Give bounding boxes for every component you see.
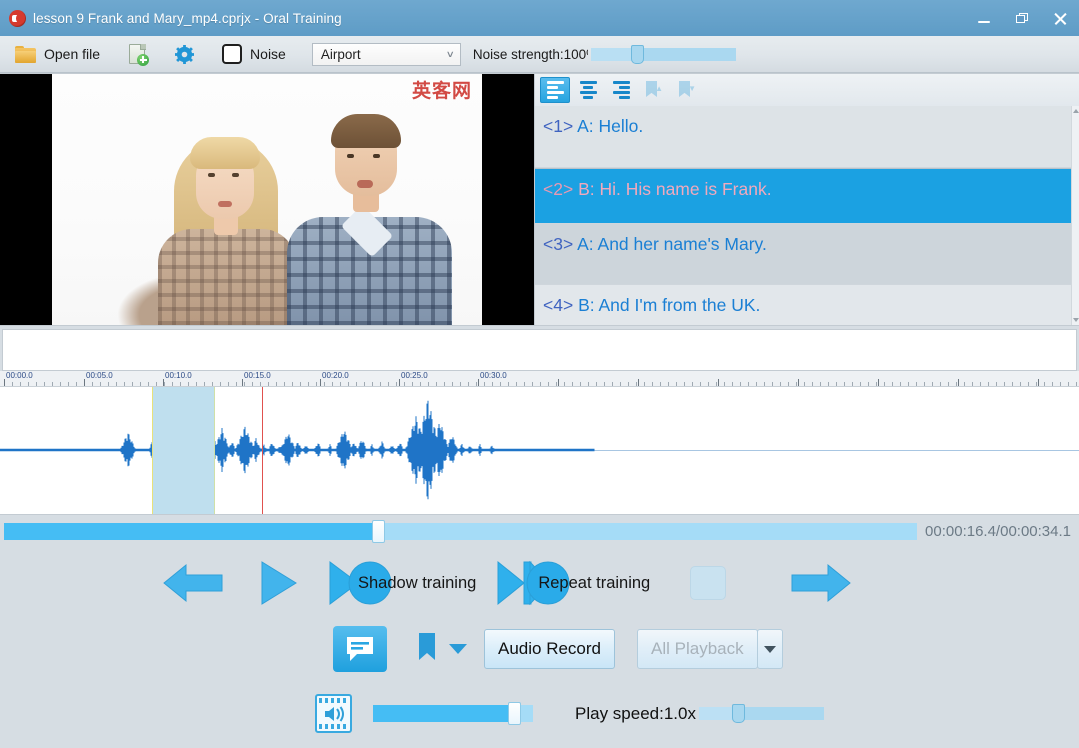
video-person-left bbox=[152, 125, 302, 325]
close-button[interactable] bbox=[1041, 0, 1079, 36]
speech-bubble-icon[interactable] bbox=[333, 626, 387, 672]
scene-select-value: Airport bbox=[320, 46, 361, 62]
subtitle-toolbar: ▲ ▼ bbox=[535, 74, 1079, 106]
seek-knob[interactable] bbox=[372, 519, 386, 543]
open-file-label: Open file bbox=[44, 46, 101, 62]
minimize-icon bbox=[978, 20, 990, 23]
add-file-icon[interactable] bbox=[128, 43, 150, 66]
play-speed-knob[interactable] bbox=[731, 704, 745, 723]
play-speed-slider[interactable] bbox=[698, 704, 824, 723]
align-right-icon[interactable] bbox=[606, 77, 636, 103]
all-playback-dropdown-button[interactable] bbox=[756, 629, 783, 669]
ruler-label: 00:20.0 bbox=[322, 371, 349, 380]
volume-fill bbox=[373, 705, 514, 722]
title-bar: lesson 9 Frank and Mary_mp4.cprjx - Oral… bbox=[0, 0, 1079, 36]
minimize-button[interactable] bbox=[965, 0, 1003, 36]
close-icon bbox=[1054, 12, 1067, 25]
subtitle-list[interactable]: <1> A: Hello. <2> B: Hi. His name is Fra… bbox=[535, 106, 1079, 325]
subtitle-row[interactable]: <2> B: Hi. His name is Frank. bbox=[535, 168, 1079, 224]
waveform-playhead[interactable] bbox=[262, 387, 263, 514]
subtitle-scrollbar[interactable] bbox=[1071, 106, 1079, 325]
bookmark-next-icon[interactable]: ▼ bbox=[672, 77, 702, 103]
ruler-label: 00:05.0 bbox=[86, 371, 113, 380]
bookmark-dropdown-caret-icon[interactable] bbox=[449, 644, 467, 654]
window-controls bbox=[965, 0, 1079, 36]
audio-record-label: Audio Record bbox=[498, 639, 602, 658]
main-split: 英客网 ▲ ▼ <1> A: Hello. <2> B: Hi. His nam… bbox=[0, 73, 1079, 326]
video-player[interactable]: 英客网 bbox=[0, 73, 535, 326]
subtitle-number: <1> bbox=[543, 116, 574, 136]
title-bar-left: lesson 9 Frank and Mary_mp4.cprjx - Oral… bbox=[0, 9, 342, 27]
gear-icon[interactable] bbox=[175, 44, 195, 64]
volume-speed-row: Play speed:1.0x bbox=[0, 679, 1079, 748]
video-person-right bbox=[287, 110, 452, 325]
seek-slider[interactable] bbox=[4, 519, 918, 543]
subtitle-number: <2> bbox=[543, 179, 574, 199]
all-playback-label: All Playback bbox=[651, 639, 744, 658]
volume-knob[interactable] bbox=[507, 702, 521, 725]
seek-fill bbox=[4, 522, 379, 540]
waveform-overview[interactable] bbox=[2, 329, 1077, 371]
noise-strength-label: Noise strength:100% bbox=[472, 46, 588, 62]
subtitle-row[interactable]: <4> B: And I'm from the UK. bbox=[535, 285, 1079, 325]
chevron-down-icon: ∨ bbox=[445, 48, 456, 59]
ruler-label: 00:30.0 bbox=[480, 371, 507, 380]
app-logo-icon bbox=[9, 9, 26, 27]
subtitle-row[interactable]: <3> A: And her name's Mary. bbox=[535, 224, 1079, 285]
progress-row: 00:00:16.4/00:00:34.1 bbox=[0, 515, 1079, 547]
play-button[interactable] bbox=[256, 555, 300, 611]
subtitle-text: A: Hello. bbox=[577, 116, 644, 136]
volume-icon[interactable] bbox=[315, 694, 352, 733]
scene-select[interactable]: Airport ∨ bbox=[311, 42, 461, 66]
subtitle-text: B: And I'm from the UK. bbox=[578, 295, 761, 315]
waveform-selection[interactable] bbox=[152, 387, 215, 514]
subtitle-row[interactable]: <1> A: Hello. bbox=[535, 106, 1079, 168]
restore-icon bbox=[1016, 12, 1028, 24]
folder-icon bbox=[15, 45, 36, 63]
oral-training-window: lesson 9 Frank and Mary_mp4.cprjx - Oral… bbox=[0, 0, 1079, 748]
waveform-view[interactable] bbox=[0, 387, 1079, 515]
ruler-label: 00:10.0 bbox=[165, 371, 192, 380]
bookmark-icon[interactable] bbox=[417, 632, 437, 667]
scroll-down-icon[interactable] bbox=[1073, 318, 1079, 322]
play-speed-label: Play speed:1.0x bbox=[575, 703, 696, 723]
previous-sentence-button[interactable] bbox=[160, 555, 230, 611]
align-center-icon[interactable] bbox=[573, 77, 603, 103]
volume-slider[interactable] bbox=[373, 702, 533, 725]
all-playback-button[interactable]: All Playback bbox=[637, 629, 758, 669]
ruler-label: 00:15.0 bbox=[244, 371, 271, 380]
noise-strength-knob[interactable] bbox=[630, 44, 644, 64]
timeline-ruler[interactable]: 00:00.0 00:05.0 00:10.0 00:15.0 00:20.0 00:25… bbox=[0, 371, 1079, 387]
repeat-training-label: Repeat training bbox=[538, 573, 651, 592]
video-pillarbox-left bbox=[0, 74, 52, 325]
video-pillarbox-right bbox=[482, 74, 534, 325]
ruler-label: 00:25.0 bbox=[401, 371, 428, 380]
time-display: 00:00:16.4/00:00:34.1 bbox=[925, 522, 1071, 540]
noise-label: Noise bbox=[250, 46, 286, 62]
audio-record-button[interactable]: Audio Record bbox=[484, 629, 616, 669]
chevron-down-icon bbox=[763, 645, 776, 653]
stop-button[interactable] bbox=[690, 566, 727, 600]
subtitle-panel: ▲ ▼ <1> A: Hello. <2> B: Hi. His name is… bbox=[535, 73, 1079, 326]
video-frame bbox=[52, 74, 482, 325]
subtitle-text: B: Hi. His name is Frank. bbox=[578, 179, 772, 199]
next-sentence-button[interactable] bbox=[784, 555, 854, 611]
noise-strength-slider[interactable] bbox=[590, 44, 736, 64]
main-toolbar: Open file Noise Airport ∨ Noise strength… bbox=[0, 36, 1079, 73]
scroll-up-icon[interactable] bbox=[1073, 109, 1079, 113]
subtitle-number: <4> bbox=[543, 295, 574, 315]
restore-button[interactable] bbox=[1003, 0, 1041, 36]
subtitle-number: <3> bbox=[543, 234, 574, 254]
bookmark-prev-icon[interactable]: ▲ bbox=[639, 77, 669, 103]
subtitle-text: A: And her name's Mary. bbox=[577, 234, 767, 254]
window-title: lesson 9 Frank and Mary_mp4.cprjx - Oral… bbox=[33, 10, 342, 26]
video-watermark: 英客网 bbox=[411, 81, 472, 102]
transport-controls: Shadow training Repeat training bbox=[0, 547, 1079, 619]
noise-checkbox[interactable] bbox=[222, 44, 243, 64]
ruler-label: 00:00.0 bbox=[6, 371, 33, 380]
record-row: Audio Record All Playback bbox=[0, 619, 1079, 679]
shadow-training-label: Shadow training bbox=[358, 573, 477, 592]
align-left-icon[interactable] bbox=[540, 77, 570, 103]
open-file-button[interactable]: Open file bbox=[15, 36, 100, 72]
